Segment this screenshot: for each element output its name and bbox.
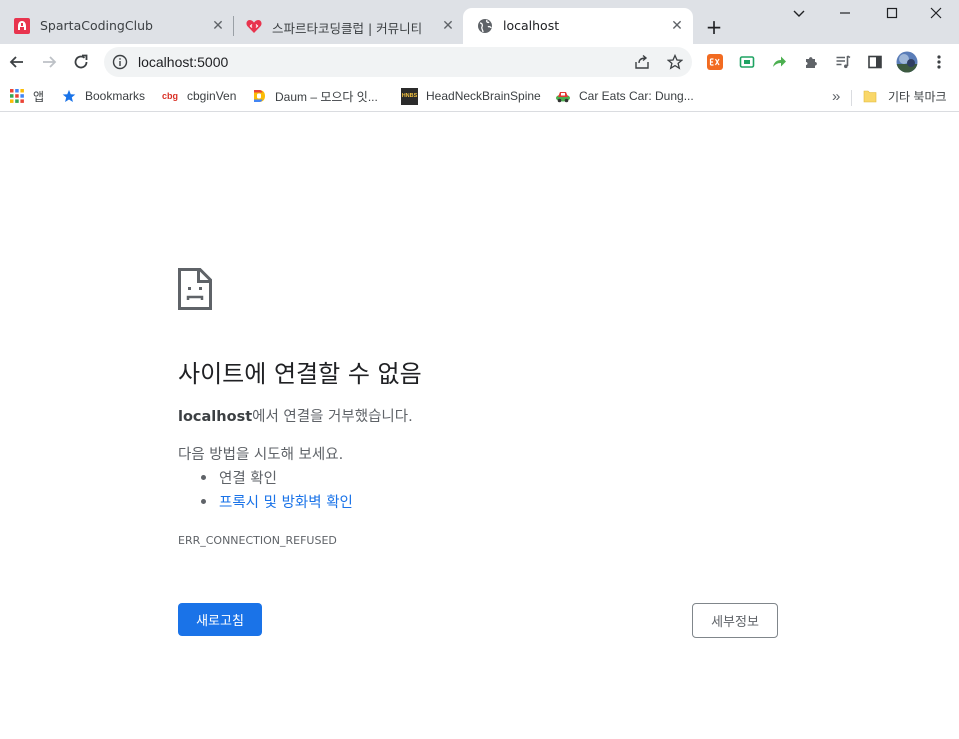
bookmark-item[interactable]: Bookmarks [61, 86, 145, 106]
heart-code-icon [246, 18, 262, 34]
side-panel-icon[interactable] [865, 52, 885, 72]
error-host: localhost [178, 409, 253, 425]
bookmark-label: Daum – 모으다 잇... [275, 89, 378, 104]
apps-grid-icon [9, 88, 25, 104]
reading-list-icon[interactable] [833, 52, 853, 72]
minimize-icon [840, 12, 850, 14]
bookmark-label: 기타 북마크 [888, 89, 947, 104]
hnbs-icon: HNBS [401, 87, 418, 105]
puzzle-icon[interactable] [801, 52, 821, 72]
window-close-button[interactable] [913, 0, 959, 26]
error-message: localhost에서 연결을 거부했습니다. [178, 405, 413, 426]
tab-title: localhost [503, 18, 560, 33]
toolbar: localhost:5000 [0, 44, 959, 80]
extension-share-arrow-icon[interactable] [769, 52, 789, 72]
bookmarks-bar: 앱 Bookmarks cbg cbginVen Daum – 모으다 잇...… [0, 80, 959, 112]
close-icon[interactable]: ✕ [667, 16, 687, 36]
tab-title: SpartaCodingClub [40, 18, 153, 33]
globe-icon [477, 18, 493, 34]
reload-icon [74, 54, 88, 69]
minimize-button[interactable] [822, 0, 868, 26]
new-tab-button[interactable]: + [702, 15, 726, 39]
error-code: ERR_CONNECTION_REFUSED [178, 534, 337, 547]
error-page: 사이트에 연결할 수 없음 localhost에서 연결을 거부했습니다. 다음… [0, 113, 959, 739]
bookmark-label: Car Eats Car: Dung... [579, 89, 694, 103]
reload-page-button[interactable]: 새로고침 [178, 603, 262, 636]
details-button[interactable]: 세부정보 [692, 603, 778, 638]
daum-icon [251, 88, 267, 104]
suggestion-check-proxy-firewall-link[interactable]: 프록시 및 방화벽 확인 [200, 491, 353, 515]
tab-sparta-community[interactable]: 스파르타코딩클럽 | 커뮤니티 ✕ [232, 8, 462, 44]
bookmark-label: Bookmarks [85, 89, 146, 103]
suggestion-check-connection: 연결 확인 [200, 467, 353, 491]
tab-search-button[interactable] [776, 0, 822, 26]
close-icon[interactable]: ✕ [438, 16, 458, 36]
chevron-down-icon [793, 10, 805, 17]
bookmark-label: cbginVen [187, 89, 237, 103]
star-icon[interactable] [665, 52, 685, 72]
suggestions-intro: 다음 방법을 시도해 보세요. [178, 447, 344, 463]
extension-ex-icon[interactable] [705, 52, 725, 72]
bookmark-other-folder[interactable]: 기타 북마크 [862, 86, 947, 106]
address-bar[interactable]: localhost:5000 [104, 47, 692, 77]
tab-title: 스파르타코딩클럽 | 커뮤니티 [272, 21, 423, 36]
error-heading: 사이트에 연결할 수 없음 [178, 360, 422, 388]
close-icon [930, 7, 942, 19]
folder-icon [862, 88, 878, 104]
car-icon [555, 88, 571, 104]
url-text[interactable]: localhost:5000 [138, 54, 228, 70]
bookmark-item[interactable]: HNBS HeadNeckBrainSpine [401, 86, 541, 106]
bookmark-label: HeadNeckBrainSpine [426, 89, 541, 103]
arrow-left-icon [9, 56, 23, 68]
error-message-text: 에서 연결을 거부했습니다. [252, 409, 413, 425]
maximize-icon [886, 7, 898, 19]
reload-button[interactable] [67, 48, 95, 76]
bookmark-apps[interactable]: 앱 [9, 86, 44, 106]
bookmark-item[interactable]: cbg cbginVen [161, 86, 236, 106]
close-icon[interactable]: ✕ [208, 16, 228, 36]
forward-button[interactable] [35, 48, 63, 76]
bookmark-item[interactable]: Daum – 모으다 잇... [251, 86, 378, 106]
sparta-logo-icon [14, 18, 30, 34]
more-vert-icon[interactable] [929, 52, 949, 72]
cbg-logo-icon: cbg [161, 91, 178, 101]
bookmarks-overflow-button[interactable]: » [832, 86, 840, 106]
arrow-right-icon [43, 56, 57, 68]
info-icon[interactable] [112, 54, 128, 70]
share-icon[interactable] [632, 52, 652, 72]
star-icon [61, 88, 77, 104]
tab-strip: SpartaCodingClub ✕ 스파르타코딩클럽 | 커뮤니티 ✕ loc… [0, 0, 959, 44]
tab-spartacodingclub[interactable]: SpartaCodingClub ✕ [0, 8, 232, 44]
tab-localhost[interactable]: localhost ✕ [463, 8, 693, 44]
sad-document-icon [178, 268, 212, 310]
avatar[interactable] [896, 51, 918, 73]
suggestions-list: 연결 확인 프록시 및 방화벽 확인 [200, 467, 353, 515]
maximize-button[interactable] [869, 0, 915, 26]
bookmark-label: 앱 [33, 89, 45, 104]
bookmark-item[interactable]: Car Eats Car: Dung... [555, 86, 694, 106]
bookmark-divider [851, 90, 852, 106]
back-button[interactable] [3, 48, 31, 76]
extension-screen-icon[interactable] [737, 52, 757, 72]
